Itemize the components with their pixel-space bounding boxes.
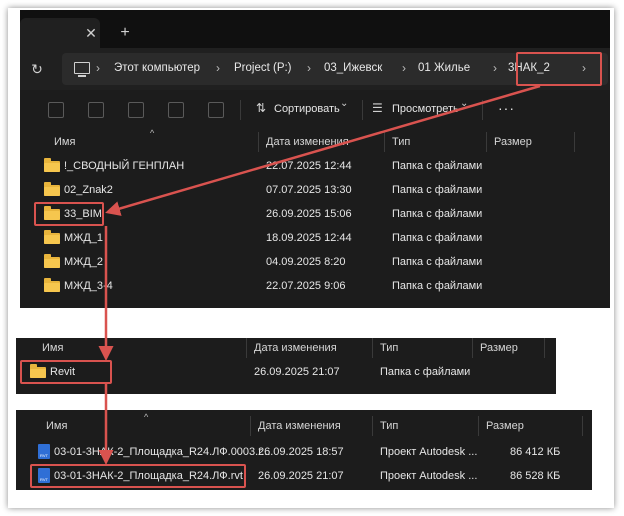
annotation-arrows — [98, 84, 541, 465]
arrow-to-33-bim — [105, 84, 541, 216]
